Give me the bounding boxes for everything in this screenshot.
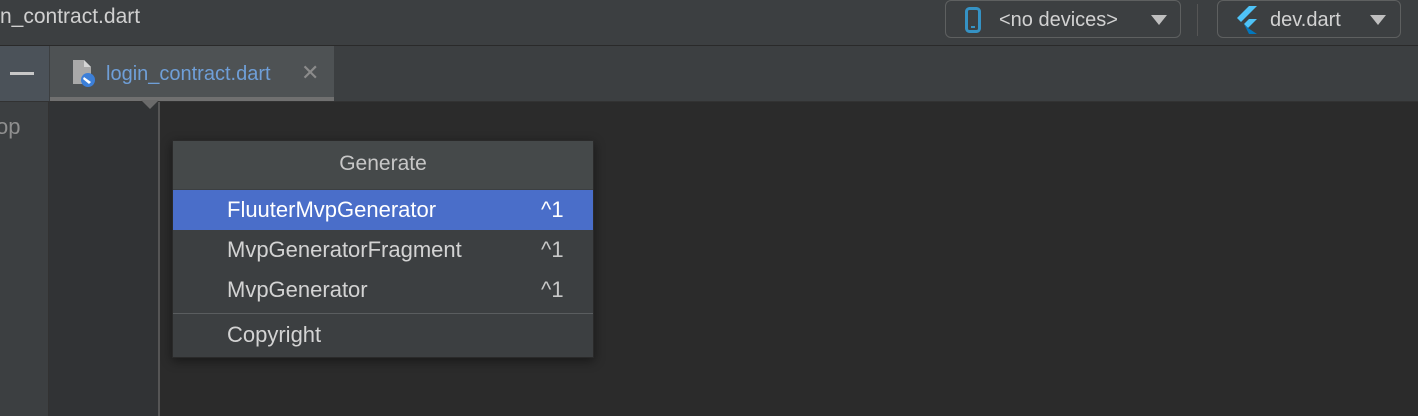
menu-item-shortcut: ^1: [541, 237, 564, 262]
menu-item-label: MvpGenerator: [227, 277, 368, 302]
active-tab-indicator: [50, 97, 334, 101]
tab-login-contract[interactable]: login_contract.dart ✕: [50, 46, 334, 101]
menu-separator: [173, 313, 593, 314]
menu-item-label: Copyright: [227, 322, 322, 347]
flutter-icon: [1237, 6, 1257, 34]
dart-file-icon: [73, 60, 95, 87]
menu-item-fluutermvpgenerator[interactable]: FluuterMvpGenerator ^1: [173, 190, 593, 230]
popup-title: Generate: [339, 152, 427, 175]
menu-item-label: FluuterMvpGenerator: [227, 197, 437, 222]
minus-icon: [10, 72, 34, 75]
chevron-down-icon: [1370, 15, 1386, 25]
phone-icon: [965, 7, 981, 33]
menu-item-shortcut: ^1: [541, 197, 564, 222]
menu-item-mvpgenerator[interactable]: MvpGenerator ^1: [173, 270, 593, 310]
project-side-panel: op: [0, 102, 49, 416]
menu-item-mvpgeneratorfragment[interactable]: MvpGeneratorFragment ^1: [173, 230, 593, 270]
close-icon[interactable]: ✕: [301, 60, 319, 86]
popup-header: Generate: [173, 141, 593, 189]
fold-marker-icon[interactable]: [141, 100, 159, 109]
collapse-panel-button[interactable]: [0, 46, 49, 101]
editor-gutter: [49, 102, 159, 416]
breadcrumb[interactable]: n_contract.dart: [0, 5, 140, 29]
chevron-down-icon: [1151, 15, 1167, 25]
device-selector-label: <no devices>: [999, 9, 1118, 31]
menu-item-label: MvpGeneratorFragment: [227, 237, 462, 262]
device-selector[interactable]: <no devices>: [945, 0, 1181, 38]
toolbar-divider: [1197, 4, 1198, 36]
top-toolbar: n_contract.dart <no devices> dev.dart: [0, 0, 1418, 46]
side-panel-text: op: [0, 114, 21, 139]
ide-window: n_contract.dart <no devices> dev.dart lo…: [0, 0, 1418, 416]
tab-label: login_contract.dart: [106, 63, 271, 85]
run-config-selector[interactable]: dev.dart: [1217, 0, 1401, 38]
menu-item-copyright[interactable]: Copyright: [173, 315, 593, 355]
editor-tab-bar: login_contract.dart ✕: [0, 46, 1418, 102]
generate-popup: Generate FluuterMvpGenerator ^1 MvpGener…: [172, 140, 594, 358]
menu-item-shortcut: ^1: [541, 277, 564, 302]
run-config-label: dev.dart: [1270, 9, 1341, 31]
